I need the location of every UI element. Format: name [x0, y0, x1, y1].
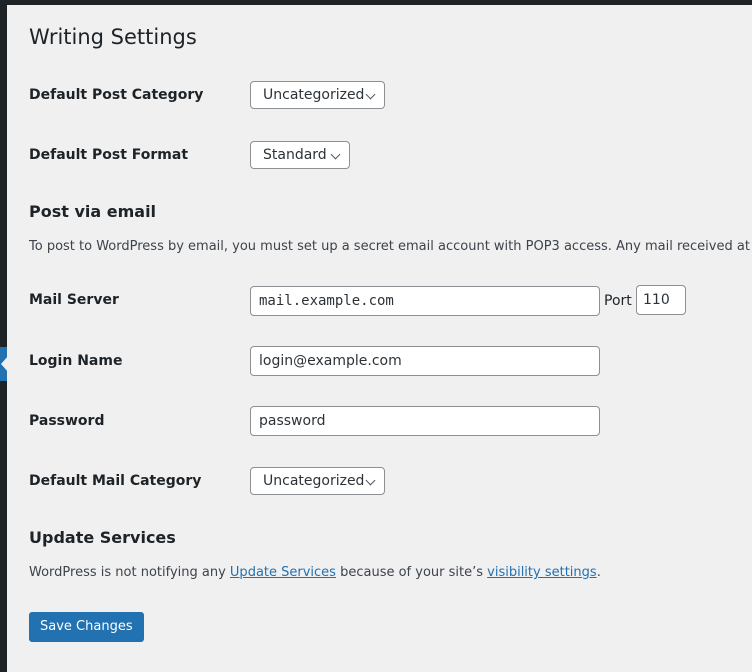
default-post-format-select[interactable]: Standard [250, 141, 350, 169]
login-name-input[interactable]: login@example.com [250, 346, 600, 376]
password-input[interactable]: password [250, 406, 600, 436]
default-mail-category-label: Default Mail Category [29, 473, 202, 489]
update-services-text-middle: because of your site’s [335, 565, 488, 580]
default-mail-category-select[interactable]: Uncategorized [250, 467, 385, 495]
chevron-down-icon [365, 475, 376, 486]
default-mail-category-value: Uncategorized [263, 473, 365, 489]
update-services-heading: Update Services [29, 528, 176, 547]
port-label: Port [604, 293, 632, 309]
login-name-label: Login Name [29, 353, 123, 369]
visibility-settings-link[interactable]: visibility settings [487, 565, 597, 580]
password-label: Password [29, 413, 105, 429]
default-post-format-label: Default Post Format [29, 147, 189, 163]
post-via-email-description: To post to WordPress by email, you must … [29, 239, 752, 254]
update-services-link[interactable]: Update Services [230, 565, 336, 580]
default-post-category-label: Default Post Category [29, 87, 204, 103]
chevron-down-icon [330, 149, 341, 160]
mail-server-label: Mail Server [29, 292, 119, 308]
update-services-text-before: WordPress is not notifying any [29, 565, 230, 580]
mail-server-input[interactable]: mail.example.com [250, 286, 600, 316]
update-services-text-after: . [596, 565, 601, 580]
port-input[interactable]: 110 [636, 285, 686, 315]
settings-content: Writing Settings Default Post Category U… [7, 5, 752, 672]
default-post-format-value: Standard [263, 147, 327, 163]
default-post-category-select[interactable]: Uncategorized [250, 81, 385, 109]
update-services-description: WordPress is not notifying any Update Se… [29, 565, 601, 580]
chevron-down-icon [365, 89, 376, 100]
post-via-email-heading: Post via email [29, 202, 157, 221]
admin-sidebar-menu[interactable] [0, 5, 7, 672]
save-changes-button[interactable]: Save Changes [29, 612, 144, 642]
default-post-category-value: Uncategorized [263, 87, 365, 103]
page-title: Writing Settings [29, 25, 197, 49]
